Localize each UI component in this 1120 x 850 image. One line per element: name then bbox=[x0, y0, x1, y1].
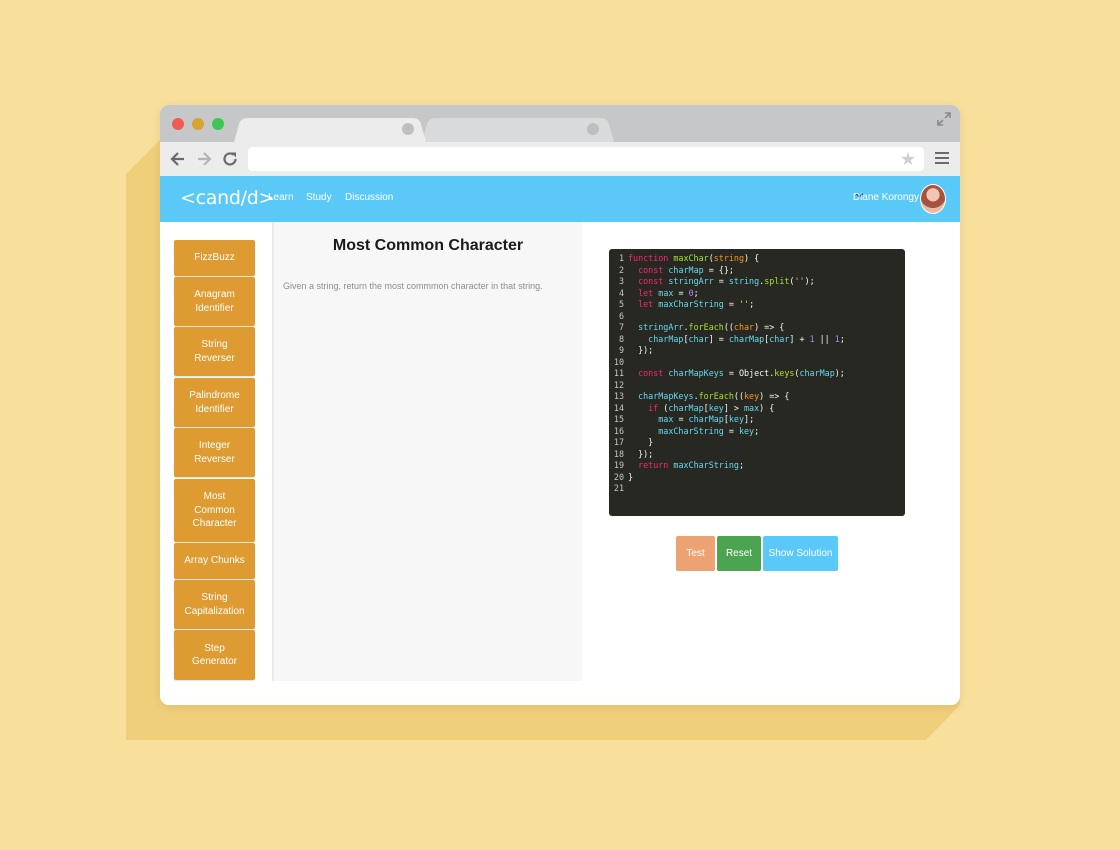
code-editor[interactable]: 1 function maxChar(string) { 2 const charM… bbox=[609, 249, 905, 516]
app-header: <cand/d> Learn Study Discussion Diane Ko… bbox=[160, 176, 960, 222]
sidebar-item-array-chunks[interactable]: Array Chunks bbox=[174, 543, 255, 579]
browser-tab-2[interactable] bbox=[422, 118, 614, 142]
browser-toolbar: ★ bbox=[160, 142, 960, 176]
line-number: 8 bbox=[618, 333, 624, 344]
code-line: 3 const stringArr = string.split(''); bbox=[609, 276, 905, 288]
code-line: 7 stringArr.forEach((char) => { bbox=[609, 322, 905, 334]
code-text: stringArr.forEach((char) => { bbox=[638, 322, 785, 332]
line-number: 17 bbox=[613, 437, 624, 447]
bookmark-star-icon[interactable]: ★ bbox=[900, 149, 916, 169]
reset-button[interactable]: Reset bbox=[717, 536, 761, 571]
code-text: function maxChar(string) { bbox=[628, 253, 760, 263]
code-line: 4 let max = 0; bbox=[609, 288, 905, 300]
address-bar[interactable]: ★ bbox=[248, 147, 924, 171]
nav-study-link[interactable]: Study bbox=[306, 192, 332, 203]
code-line: 6 bbox=[609, 311, 905, 323]
code-text: charMap[char] = charMap[char] + 1 || 1; bbox=[648, 333, 845, 344]
avatar[interactable] bbox=[920, 184, 946, 214]
sidebar-item-integer-reverser[interactable]: Integer Reverser bbox=[174, 428, 255, 477]
code-text: let max = 0; bbox=[638, 287, 699, 298]
line-number: 15 bbox=[613, 414, 624, 424]
code-text: }); bbox=[628, 345, 654, 355]
code-line: 2 const charMap = {}; bbox=[609, 265, 905, 277]
code-line: 18 }); bbox=[609, 449, 905, 461]
browser-window: ★ <cand/d> Learn Study Discussion Diane … bbox=[160, 105, 960, 705]
user-menu-name[interactable]: Diane Korongy bbox=[853, 192, 919, 203]
maximize-window-button[interactable] bbox=[212, 118, 224, 130]
minimize-window-button[interactable] bbox=[192, 118, 204, 130]
sidebar-item-string-reverser[interactable]: String Reverser bbox=[174, 327, 255, 376]
reload-icon[interactable] bbox=[220, 149, 240, 169]
line-number: 5 bbox=[618, 299, 624, 309]
line-number: 1 bbox=[618, 253, 624, 263]
tab-1-close-icon[interactable] bbox=[402, 123, 414, 135]
tab-2-close-icon[interactable] bbox=[587, 123, 599, 135]
code-line: 8 charMap[char] = charMap[char] + 1 || 1… bbox=[609, 334, 905, 346]
forward-icon[interactable] bbox=[194, 149, 214, 169]
problem-description: Given a string, return the most commmon … bbox=[283, 281, 543, 291]
code-text: max = charMap[key]; bbox=[658, 414, 755, 424]
problem-title: Most Common Character bbox=[332, 237, 524, 254]
code-line: 15 max = charMap[key]; bbox=[609, 414, 905, 426]
nav-learn-link[interactable]: Learn bbox=[268, 192, 294, 203]
nav-discussion-link[interactable]: Discussion bbox=[345, 192, 393, 203]
code-line: 16 maxCharString = key; bbox=[609, 426, 905, 438]
expand-icon[interactable] bbox=[936, 111, 952, 127]
line-number: 10 bbox=[613, 356, 624, 367]
code-line: 21 bbox=[609, 483, 905, 495]
line-number: 13 bbox=[613, 391, 624, 401]
sidebar-item-step-generator[interactable]: Step Generator bbox=[174, 630, 255, 680]
code-line: 19 return maxCharString; bbox=[609, 460, 905, 472]
code-text: } bbox=[628, 471, 634, 482]
sidebar-item-string-capitalization[interactable]: String Capitalization bbox=[174, 580, 255, 629]
code-text: const stringArr = string.split(''); bbox=[638, 276, 815, 286]
browser-tab-1[interactable] bbox=[234, 118, 426, 142]
code-line: 17 } bbox=[609, 437, 905, 449]
code-text: maxCharString = key; bbox=[658, 425, 760, 436]
code-text: }); bbox=[628, 448, 654, 459]
sidebar-item-palindrome-identifier[interactable]: Palindrome Identifier bbox=[174, 378, 255, 427]
app-logo[interactable]: <cand/d> bbox=[180, 187, 274, 209]
code-text: return maxCharString; bbox=[638, 460, 745, 470]
line-number: 3 bbox=[618, 276, 624, 286]
code-text: if (charMap[key] > max) { bbox=[648, 402, 775, 413]
code-line: 12 bbox=[609, 380, 905, 392]
line-number: 19 bbox=[613, 460, 624, 470]
back-icon[interactable] bbox=[168, 149, 188, 169]
browser-menu-icon[interactable] bbox=[935, 152, 949, 165]
code-text: let maxCharString = ''; bbox=[638, 299, 755, 309]
line-number: 14 bbox=[613, 402, 624, 413]
line-number: 4 bbox=[618, 287, 624, 298]
code-text: const charMap = {}; bbox=[638, 264, 734, 275]
code-line: 11 const charMapKeys = Object.keys(charM… bbox=[609, 368, 905, 380]
line-number: 6 bbox=[618, 310, 624, 321]
line-number: 12 bbox=[613, 379, 624, 390]
line-number: 21 bbox=[613, 483, 624, 493]
line-number: 16 bbox=[613, 425, 624, 436]
code-line: 14 if (charMap[key] > max) { bbox=[609, 403, 905, 415]
line-number: 2 bbox=[618, 264, 624, 275]
code-line: 13 charMapKeys.forEach((key) => { bbox=[609, 391, 905, 403]
line-number: 7 bbox=[618, 322, 624, 332]
code-text: const charMapKeys = Object.keys(charMap)… bbox=[638, 368, 845, 378]
sidebar-item-fizzbuzz[interactable]: FizzBuzz bbox=[174, 240, 255, 276]
sidebar-item-most-common-character[interactable]: Most Common Character bbox=[174, 479, 255, 542]
code-line: 1 function maxChar(string) { bbox=[609, 253, 905, 265]
problem-panel: Most Common Character Given a string, re… bbox=[274, 222, 582, 681]
line-number: 9 bbox=[618, 345, 624, 355]
code-text: } bbox=[628, 437, 654, 447]
code-line: 5 let maxCharString = ''; bbox=[609, 299, 905, 311]
line-number: 20 bbox=[613, 471, 624, 482]
code-line: 9 }); bbox=[609, 345, 905, 357]
line-number: 11 bbox=[613, 368, 624, 378]
code-line: 10 bbox=[609, 357, 905, 369]
sidebar-item-anagram-identifier[interactable]: Anagram Identifier bbox=[174, 277, 255, 326]
line-number: 18 bbox=[613, 448, 624, 459]
code-line: 20} bbox=[609, 472, 905, 484]
test-button[interactable]: Test bbox=[676, 536, 715, 571]
code-text: charMapKeys.forEach((key) => { bbox=[638, 391, 790, 401]
close-window-button[interactable] bbox=[172, 118, 184, 130]
show-solution-button[interactable]: Show Solution bbox=[763, 536, 838, 571]
tab-strip bbox=[160, 105, 960, 142]
